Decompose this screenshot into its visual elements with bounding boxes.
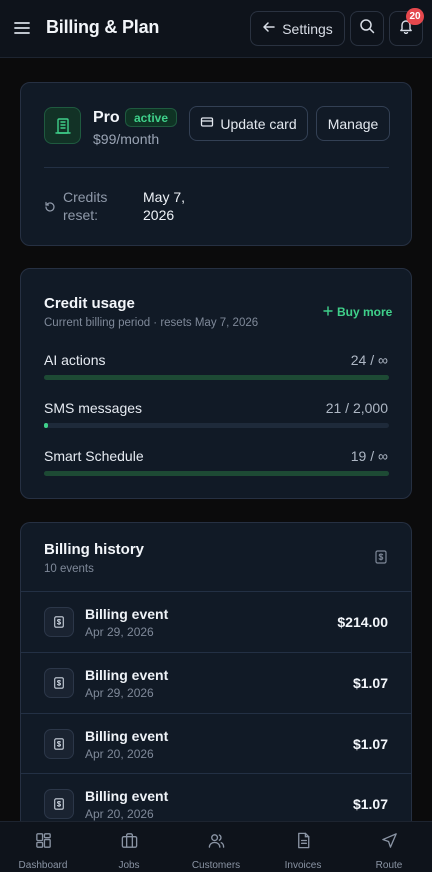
billing-history-title: Billing history [44,541,145,558]
dashboard-icon [34,831,53,855]
plan-price: $99/month [93,131,160,147]
plan-card: Pro active $99/month Update card Manage … [20,82,412,246]
receipt-icon [44,729,74,759]
billing-event-date: Apr 29, 2026 [85,625,154,639]
menu-icon[interactable] [12,18,32,38]
nav-label: Invoices [284,860,322,871]
billing-event-title: Billing event [85,788,169,804]
billing-event-title: Billing event [85,667,169,683]
arrow-left-icon [262,20,276,37]
settings-button-label: Settings [282,20,333,37]
plus-icon [323,305,333,319]
usage-label: AI actions [44,352,106,368]
buy-more-button[interactable]: Buy more [323,305,392,319]
billing-event-amount: $1.07 [352,736,388,752]
nav-label: Dashboard [18,860,68,871]
search-icon [359,18,375,39]
bottom-nav: Dashboard Jobs Customers Invoices Route [0,821,432,872]
receipt-icon [44,668,74,698]
manage-button[interactable]: Manage [316,106,390,141]
nav-item-jobs[interactable]: Jobs [86,822,172,872]
billing-history-row[interactable]: Billing event Apr 29, 2026 $1.07 [21,652,411,713]
billing-history-card: Billing history 10 events Billing event … [20,522,412,872]
receipt-icon [44,607,74,637]
usage-bar-fill [44,375,389,380]
plan-name: Pro [93,109,120,126]
usage-bar [44,375,389,380]
navigation-icon [380,831,399,855]
building-icon [44,107,81,144]
credit-usage-card: Credit usage Current billing period · re… [20,268,412,499]
billing-history-row[interactable]: Billing event Apr 20, 2026 $1.07 [21,713,411,774]
credits-reset-label: Credits reset: [63,189,108,223]
usage-bar-fill [44,471,389,476]
manage-label: Manage [327,115,379,132]
billing-event-title: Billing event [85,728,169,744]
nav-item-customers[interactable]: Customers [173,822,259,872]
credit-usage-subtitle: Current billing period · resets May 7, 2… [44,317,259,329]
briefcase-icon [120,831,139,855]
usage-bar [44,471,389,476]
usage-value: 24 / ∞ [350,352,388,368]
divider [44,167,389,168]
nav-item-invoices[interactable]: Invoices [260,822,346,872]
billing-event-amount: $1.07 [352,675,388,691]
users-icon [207,831,226,855]
nav-item-route[interactable]: Route [346,822,432,872]
billing-event-amount: $1.07 [352,796,388,812]
usage-label: SMS messages [44,400,143,416]
receipt-icon [44,789,74,819]
credit-usage-title: Credit usage [44,295,135,312]
billing-event-date: Apr 29, 2026 [85,686,154,700]
credits-reset-value: May 7, 2026 [143,189,186,223]
usage-bar-fill [44,423,48,428]
nav-label: Customers [191,860,241,871]
billing-event-date: Apr 20, 2026 [85,747,154,761]
settings-button[interactable]: Settings [250,11,345,46]
file-text-icon [294,831,313,855]
update-card-button[interactable]: Update card [189,106,308,141]
nav-item-dashboard[interactable]: Dashboard [0,822,86,872]
refresh-icon [44,200,56,212]
usage-label: Smart Schedule [44,448,144,464]
nav-label: Route [375,860,403,871]
update-card-label: Update card [220,115,297,132]
billing-event-amount: $214.00 [337,614,388,630]
receipt-icon [374,550,388,564]
billing-history-count: 10 events [44,563,94,575]
usage-value: 19 / ∞ [350,448,388,464]
top-bar: Billing & Plan Settings 20 [0,0,432,58]
search-button[interactable] [350,11,384,46]
credit-card-icon [200,115,214,132]
billing-history-row[interactable]: Billing event Apr 29, 2026 $214.00 [21,591,411,652]
notification-badge: 20 [406,8,424,25]
billing-event-title: Billing event [85,606,169,622]
billing-event-date: Apr 20, 2026 [85,807,154,821]
buy-more-label: Buy more [337,305,393,319]
usage-bar [44,423,389,428]
usage-value: 21 / 2,000 [325,400,388,416]
nav-label: Jobs [118,860,140,871]
status-badge: active [125,108,178,127]
page-title: Billing & Plan [46,17,160,37]
